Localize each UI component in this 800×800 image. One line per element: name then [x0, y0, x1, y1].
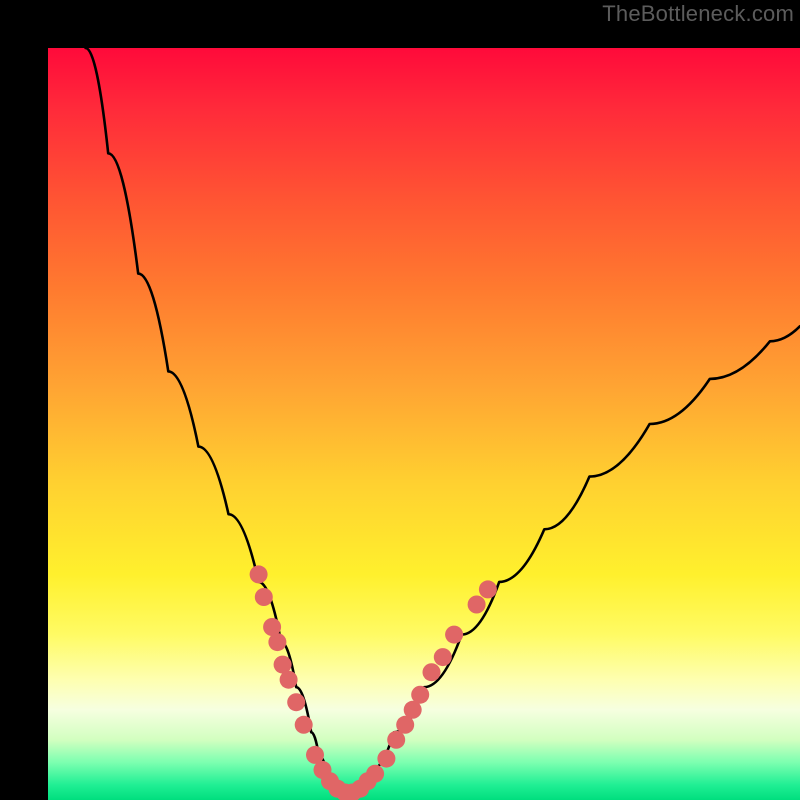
curve-marker	[268, 633, 286, 651]
chart-frame	[0, 0, 800, 800]
curve-marker	[250, 565, 268, 583]
curve-marker	[387, 731, 405, 749]
watermark-text: TheBottleneck.com	[602, 1, 794, 27]
curve-marker	[468, 596, 486, 614]
curve-marker	[479, 580, 497, 598]
curve-marker	[366, 765, 384, 783]
chart-overlay	[48, 48, 800, 800]
curve-marker	[255, 588, 273, 606]
plot-area	[48, 48, 800, 800]
highlighted-points	[250, 565, 497, 800]
bottleneck-curve	[86, 48, 800, 793]
curve-marker	[411, 686, 429, 704]
curve-marker	[295, 716, 313, 734]
curve-marker	[445, 626, 463, 644]
curve-marker	[287, 693, 305, 711]
curve-marker	[423, 663, 441, 681]
curve-marker	[434, 648, 452, 666]
curve-marker	[377, 750, 395, 768]
curve-marker	[280, 671, 298, 689]
